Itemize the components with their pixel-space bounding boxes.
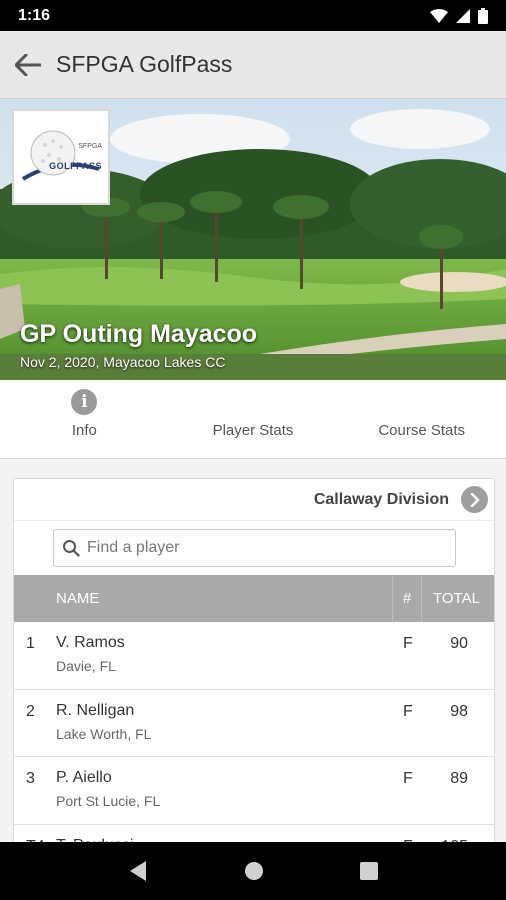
arrow-back-icon xyxy=(15,53,41,76)
battery-icon xyxy=(478,7,488,24)
table-header: NAME # TOTAL xyxy=(14,575,494,622)
row-thru: F xyxy=(403,702,413,720)
event-tabs: i Info Player Stats Course Stats xyxy=(0,380,506,459)
nav-home-icon[interactable] xyxy=(244,861,264,881)
row-thru: F xyxy=(403,770,413,787)
column-name: NAME xyxy=(56,590,100,607)
tab-course-stats-label: Course Stats xyxy=(378,422,466,439)
row-position: 3 xyxy=(26,770,35,787)
division-next-button[interactable] xyxy=(461,486,488,513)
row-player-name: P. Aiello xyxy=(56,769,112,786)
row-position: 2 xyxy=(26,702,35,720)
row-player-name: R. Nelligan xyxy=(56,701,135,719)
tab-info[interactable]: i Info xyxy=(0,380,169,458)
status-bar: 1:16 xyxy=(0,0,506,31)
tab-info-label: Info xyxy=(71,422,97,439)
leaderboard-card: Callaway Division Find a player NAME # T… xyxy=(13,478,495,848)
row-player-location: Davie, FL xyxy=(56,658,116,674)
tab-player-stats[interactable]: Player Stats xyxy=(169,380,338,458)
app-title: SFPGA GolfPass xyxy=(56,51,233,77)
info-icon: i xyxy=(71,389,98,415)
player-search-input[interactable]: Find a player xyxy=(53,529,456,567)
wifi-icon xyxy=(430,8,448,23)
division-label: Callaway Division xyxy=(313,490,449,508)
tab-course-stats[interactable]: Course Stats xyxy=(337,380,506,458)
event-title: GP Outing Mayacoo xyxy=(20,320,258,348)
row-total: 98 xyxy=(450,702,468,720)
search-container: Find a player xyxy=(14,521,494,575)
row-total: 90 xyxy=(450,635,468,652)
golf-ball-icon xyxy=(21,130,100,181)
status-time: 1:16 xyxy=(18,6,51,24)
row-player-location: Port St Lucie, FL xyxy=(56,793,161,809)
chevron-right-icon xyxy=(470,492,479,507)
column-total: TOTAL xyxy=(433,590,480,607)
app-bar: SFPGA GolfPass xyxy=(0,31,506,99)
event-logo: SFPGA GOLFPASS xyxy=(12,109,110,205)
table-row[interactable]: 3 P. Aiello Port St Lucie, FL F 89 xyxy=(14,757,494,825)
table-row[interactable]: 1 V. Ramos Davie, FL F 90 xyxy=(14,622,494,690)
logo-text: GOLFPASS xyxy=(49,161,102,171)
status-icons xyxy=(430,7,488,24)
event-hero: SFPGA GOLFPASS GP Outing Mayacoo Nov 2, … xyxy=(0,99,506,380)
logo-pga-text: SFPGA xyxy=(78,143,102,150)
row-total: 89 xyxy=(450,770,468,787)
search-placeholder: Find a player xyxy=(87,539,180,556)
nav-back-icon[interactable] xyxy=(128,860,148,882)
search-icon xyxy=(63,540,80,557)
row-player-location: Lake Worth, FL xyxy=(56,725,152,742)
event-subtitle: Nov 2, 2020, Mayacoo Lakes CC xyxy=(20,354,226,370)
signal-icon xyxy=(456,8,470,23)
table-row[interactable]: 2 R. Nelligan Lake Worth, FL F 98 xyxy=(14,690,494,757)
nav-recents-icon[interactable] xyxy=(360,862,378,880)
column-hash: # xyxy=(392,575,422,622)
system-nav-bar xyxy=(0,842,506,900)
division-selector[interactable]: Callaway Division xyxy=(14,479,494,521)
row-player-name: V. Ramos xyxy=(56,634,125,651)
row-thru: F xyxy=(403,635,413,652)
row-position: 1 xyxy=(26,635,35,652)
tab-player-stats-label: Player Stats xyxy=(212,422,294,439)
back-button[interactable] xyxy=(0,31,56,99)
